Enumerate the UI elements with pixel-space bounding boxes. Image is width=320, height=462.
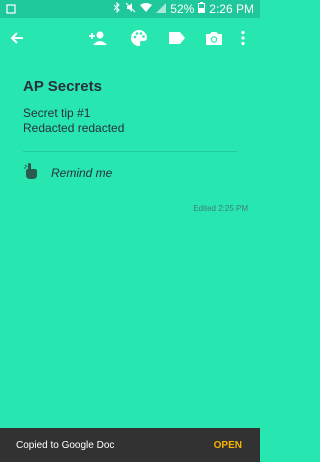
battery-percent: 52% [170, 2, 195, 16]
label-icon[interactable] [165, 26, 189, 50]
reminder-hand-icon [23, 162, 39, 185]
note-title[interactable]: AP Secrets [23, 78, 102, 95]
snackbar-message: Copied to Google Doc [16, 439, 115, 451]
status-bar: 52% 2:26 PM [0, 0, 260, 18]
add-person-icon[interactable] [86, 26, 110, 50]
snackbar-open-button[interactable]: OPEN [214, 440, 242, 451]
snackbar: Copied to Google Doc OPEN [0, 428, 260, 462]
note-body-line: Redacted redacted [23, 121, 125, 135]
clock: 2:26 PM [209, 2, 254, 16]
note-body[interactable]: Secret tip #1 Redacted redacted [23, 106, 124, 136]
back-arrow-icon[interactable] [5, 26, 29, 50]
battery-icon [198, 2, 206, 16]
remind-me-label: Remind me [51, 166, 113, 180]
mute-icon [125, 2, 136, 16]
more-vert-icon[interactable] [231, 26, 255, 50]
notification-square-icon [6, 3, 16, 17]
signal-icon [156, 2, 167, 16]
edited-timestamp: Edited 2:25 PM [193, 204, 248, 213]
toolbar [0, 18, 260, 58]
wifi-icon [140, 2, 153, 16]
camera-icon[interactable] [202, 26, 226, 50]
note-body-line: Secret tip #1 [23, 106, 91, 120]
palette-icon[interactable] [127, 26, 151, 50]
bluetooth-icon [113, 1, 121, 16]
remind-me-button[interactable]: Remind me [23, 162, 113, 185]
divider [23, 151, 237, 152]
